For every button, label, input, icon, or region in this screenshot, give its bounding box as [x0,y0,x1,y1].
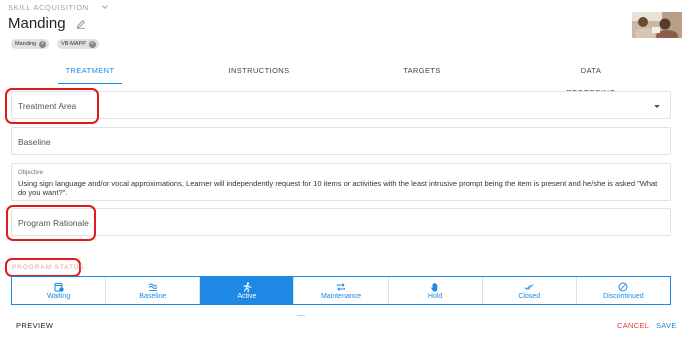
tag-chip[interactable]: VB-MAPP × [57,39,99,49]
save-button[interactable]: SAVE [656,321,677,330]
baseline-icon [148,283,158,291]
tab-instructions[interactable]: INSTRUCTIONS [226,60,292,84]
dropdown-arrow-icon[interactable] [654,105,660,108]
divider [297,315,305,316]
preview-heading: PREVIEW [16,321,54,330]
tag-list: Manding × VB-MAPP × [11,39,99,49]
status-option-label: Waiting [47,292,71,300]
remove-tag-icon[interactable]: × [39,40,47,48]
tag-chip[interactable]: Manding × [11,39,50,49]
status-discontinued-button[interactable]: Discontinued [577,277,670,304]
status-active-button[interactable]: Active [200,277,295,304]
tag-label: Manding [15,41,37,47]
objective-text: Using sign language and/or vocal approxi… [18,179,658,197]
status-waiting-button[interactable]: Waiting [12,277,107,304]
status-option-label: Maintenance [320,292,362,300]
objective-field[interactable]: Objective Using sign language and/or voc… [11,163,671,201]
tab-data-recording[interactable]: DATA RECORDING [556,60,626,97]
status-option-label: Baseline [139,292,167,300]
status-baseline-button[interactable]: Baseline [106,277,201,304]
highlight-program-rationale [6,205,96,241]
baseline-field[interactable]: Baseline [11,127,671,155]
chevron-down-icon[interactable] [101,3,108,9]
program-status-toggle-group: Waiting Baseline Active Maintenance Hold [11,276,671,305]
treatment-area-select[interactable]: Treatment Area [11,91,671,119]
breadcrumb-label: SKILL ACQUISITION [8,3,89,12]
edit-pencil-icon[interactable] [76,19,86,29]
title-row: Manding [8,15,86,32]
objective-label: Objective [18,170,44,176]
status-option-label: Active [237,292,257,300]
status-closed-button[interactable]: Closed [483,277,577,304]
status-maintenance-button[interactable]: Maintenance [294,277,389,304]
program-photo-thumbnail[interactable] [632,12,682,38]
double-check-icon [524,283,534,290]
remove-tag-icon[interactable]: × [88,40,96,48]
status-option-label: Discontinued [603,292,644,300]
program-rationale-field[interactable]: Program Rationale [11,208,671,236]
cancel-button[interactable]: CANCEL [617,321,649,330]
program-status-label: PROGRAM STATUS [12,264,85,271]
hourglass-calendar-icon [54,282,64,292]
breadcrumb[interactable]: SKILL ACQUISITION [8,3,108,12]
tag-label: VB-MAPP [61,41,86,47]
status-option-label: Hold [427,292,443,300]
tab-targets[interactable]: TARGETS [398,60,446,84]
hand-icon [431,282,438,291]
status-hold-button[interactable]: Hold [389,277,483,304]
baseline-placeholder: Baseline [18,137,51,147]
status-option-label: Closed [518,292,541,300]
repeat-icon [337,282,345,291]
block-icon [618,282,628,291]
tab-bar: TREATMENT INSTRUCTIONS TARGETS DATA RECO… [0,60,688,97]
tab-treatment[interactable]: TREATMENT [58,60,122,84]
running-person-icon [243,281,252,292]
highlight-treatment-area [5,88,99,124]
page-title: Manding [8,15,66,32]
